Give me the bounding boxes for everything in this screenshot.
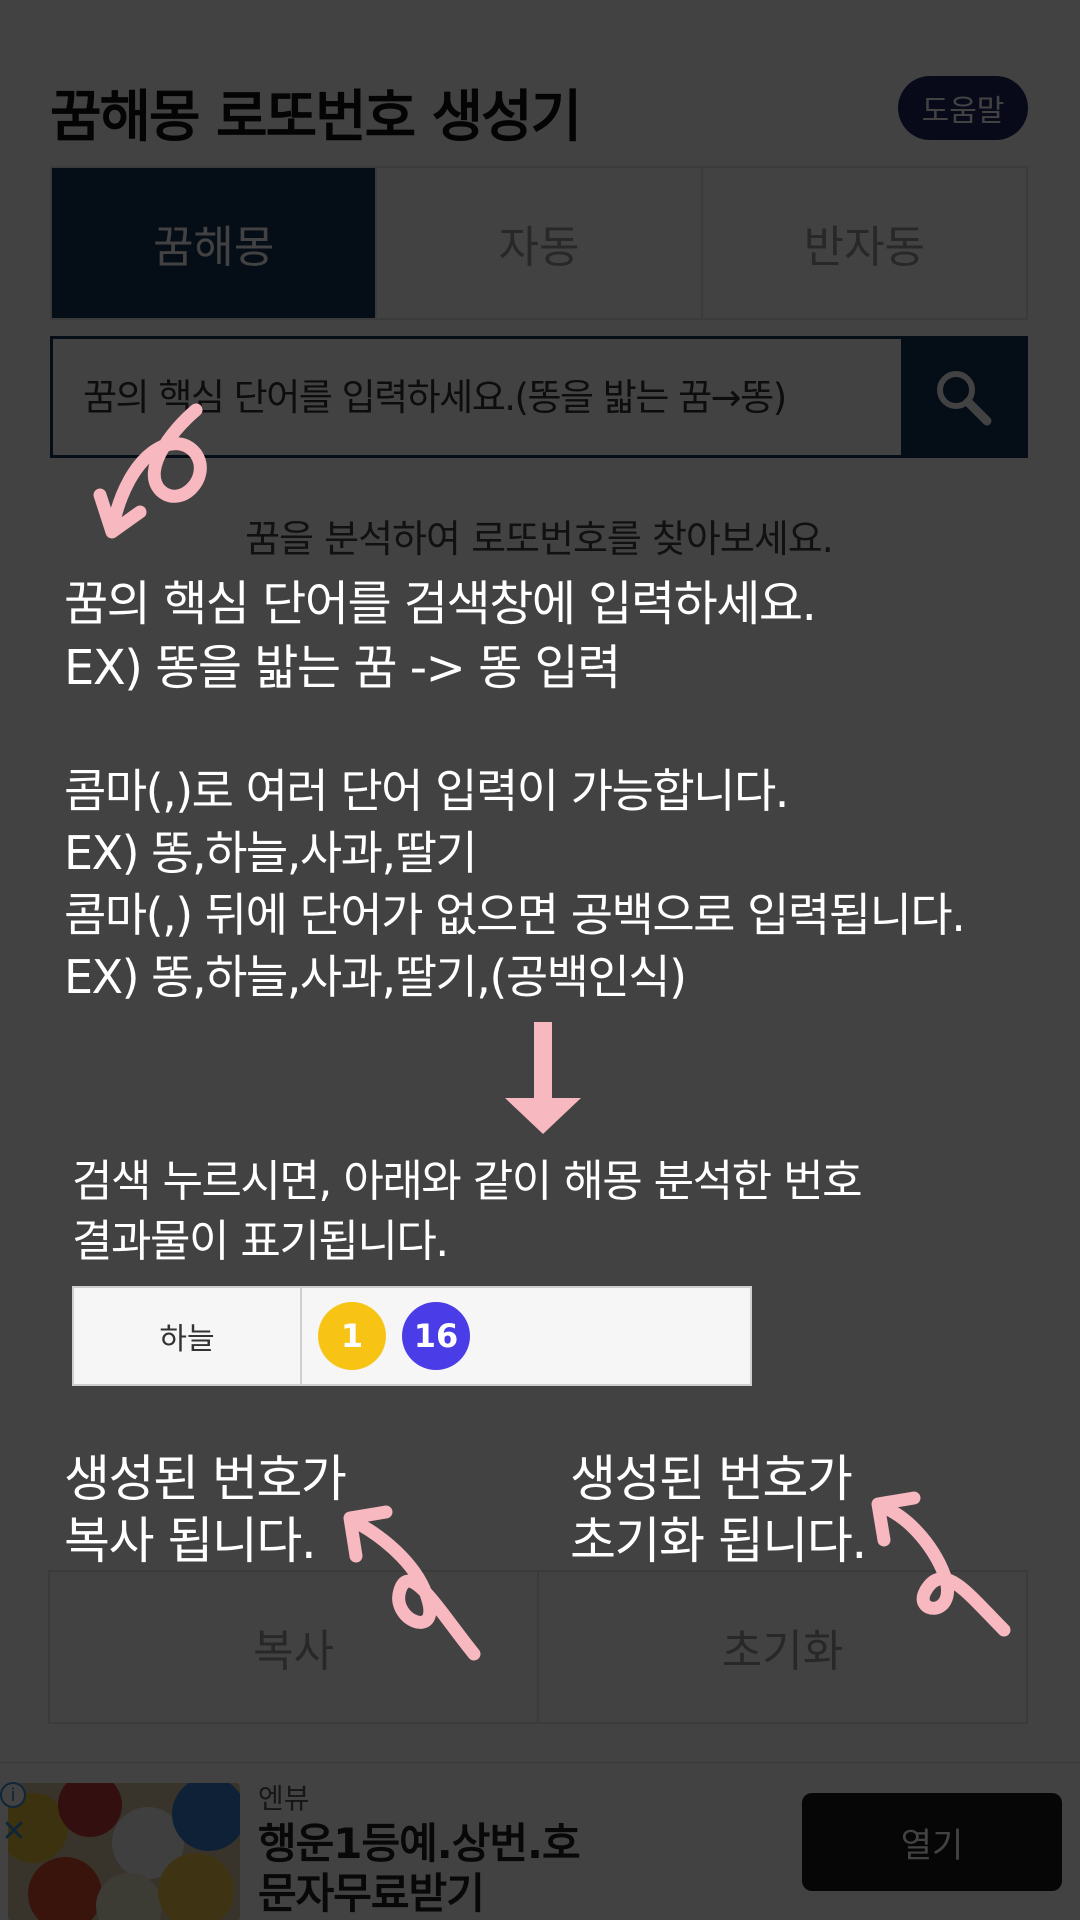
curly-arrow-copy-icon	[343, 1505, 481, 1661]
curly-arrow-reset-icon	[871, 1491, 1011, 1637]
tutorial-arrows	[93, 403, 1011, 1661]
down-arrow-icon	[505, 1022, 581, 1134]
curly-arrow-search-icon	[93, 403, 207, 539]
